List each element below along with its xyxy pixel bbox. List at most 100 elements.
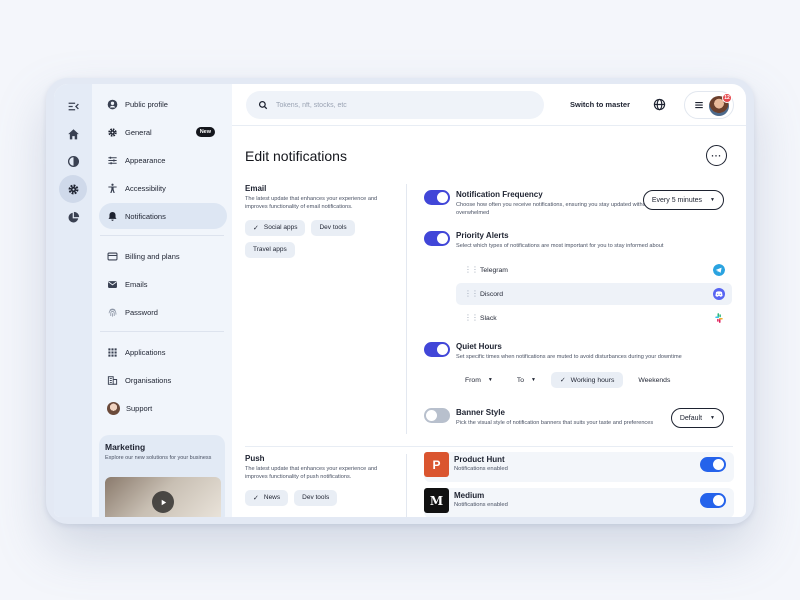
chip-travel-apps[interactable]: Travel apps — [245, 241, 295, 258]
sidebar-item-password[interactable]: Password — [99, 299, 227, 325]
sidebar-item-applications[interactable]: Applications — [99, 339, 227, 365]
to-dropdown[interactable]: To ▼ — [507, 372, 545, 388]
sidebar-item-emails[interactable]: Emails — [99, 271, 227, 297]
sidebar-item-label: Appearance — [125, 155, 166, 165]
chip-weekends[interactable]: Weekends — [629, 372, 680, 388]
sidebar-item-organisations[interactable]: Organisations — [99, 367, 227, 393]
bell-icon — [108, 211, 117, 221]
setting-description: Set specific times when notifications ar… — [456, 354, 682, 360]
product-hunt-logo: P — [424, 452, 449, 477]
settings-sidebar: Public profile General New Appearance Ac… — [92, 84, 232, 517]
marketing-text: Explore our new solutions for your busin… — [105, 455, 212, 461]
drag-handle-icon[interactable]: ⋮⋮ — [464, 314, 479, 322]
sidebar-item-support[interactable]: Support — [99, 395, 227, 421]
priority-app-telegram[interactable]: ⋮⋮ Telegram — [456, 259, 732, 281]
sidebar-item-label: General — [125, 127, 152, 137]
icon-rail — [54, 84, 92, 517]
chip-working-hours[interactable]: ✓ Working hours — [550, 372, 624, 388]
fingerprint-icon — [108, 308, 117, 317]
email-section-title: Email — [245, 184, 267, 193]
chip-label: Dev tools — [302, 494, 330, 502]
medium-logo: M — [424, 488, 449, 513]
banner-style-dropdown[interactable]: Default ▼ — [670, 408, 724, 428]
gear-icon[interactable] — [59, 175, 87, 203]
app-window: Public profile General New Appearance Ac… — [54, 84, 746, 517]
caret-down-icon: ▼ — [487, 377, 493, 383]
chip-dev-tools[interactable]: Dev tools — [311, 219, 355, 236]
sidebar-item-public-profile[interactable]: Public profile — [99, 91, 227, 117]
divider — [100, 235, 224, 236]
app-name: Medium — [454, 491, 485, 500]
chip-social-apps[interactable]: ✓ Social apps — [245, 219, 306, 236]
setting-description: Choose how often you receive notificatio… — [456, 202, 666, 216]
home-icon[interactable] — [59, 120, 87, 148]
push-section-description: The latest update that enhances your exp… — [245, 466, 378, 480]
product-hunt-toggle[interactable] — [700, 457, 726, 472]
switch-to-master-button[interactable]: Switch to master — [570, 100, 630, 109]
check-icon: ✓ — [253, 224, 259, 232]
app-name: Product Hunt — [454, 455, 505, 464]
discord-icon — [713, 288, 725, 300]
sidebar-item-accessibility[interactable]: Accessibility — [99, 175, 227, 201]
telegram-icon — [713, 264, 725, 276]
sidebar-item-label: Notifications — [125, 211, 166, 221]
main-content: Edit notifications ··· Email The latest … — [232, 126, 746, 517]
contrast-icon[interactable] — [59, 147, 87, 175]
pie-chart-icon[interactable] — [59, 203, 87, 231]
support-avatar — [107, 401, 120, 415]
collapse-icon[interactable] — [59, 92, 87, 120]
priority-app-discord[interactable]: ⋮⋮ Discord — [456, 283, 732, 305]
sidebar-item-label: Emails — [125, 279, 148, 289]
more-options-button[interactable]: ··· — [706, 145, 727, 166]
divider — [245, 446, 733, 447]
sidebar-item-label: Public profile — [125, 99, 168, 109]
search-input[interactable] — [276, 101, 516, 109]
banner-style-toggle[interactable] — [424, 408, 450, 423]
sidebar-item-notifications[interactable]: Notifications — [99, 203, 227, 229]
chip-news[interactable]: ✓ News — [245, 489, 289, 506]
menu-icon — [695, 101, 703, 109]
drag-handle-icon[interactable]: ⋮⋮ — [464, 290, 479, 298]
sidebar-item-label: Support — [126, 403, 153, 413]
banner-style-setting: Banner Style Pick the visual style of no… — [424, 408, 732, 436]
globe-icon[interactable] — [653, 98, 666, 111]
check-icon: ✓ — [559, 377, 566, 384]
priority-app-slack[interactable]: ⋮⋮ Slack — [456, 307, 732, 329]
app-label: Telegram — [480, 266, 508, 274]
app-status: Notifications enabled — [454, 502, 508, 508]
sidebar-item-general[interactable]: General New — [99, 119, 227, 145]
push-app-product-hunt: P Product Hunt Notifications enabled — [424, 452, 734, 482]
chip-label: News — [263, 494, 281, 502]
email-section: Email The latest update that enhances yo… — [245, 184, 400, 258]
play-icon[interactable] — [152, 491, 174, 513]
dropdown-value: Every 5 minutes — [651, 196, 703, 204]
marketing-video-thumbnail[interactable] — [105, 477, 221, 517]
check-icon: ✓ — [253, 494, 259, 502]
push-chips: ✓ News Dev tools — [245, 489, 395, 506]
dropdown-value: Default — [679, 414, 703, 422]
sidebar-item-appearance[interactable]: Appearance — [99, 147, 227, 173]
frequency-dropdown[interactable]: Every 5 minutes ▼ — [642, 190, 724, 210]
medium-toggle[interactable] — [700, 493, 726, 508]
from-dropdown[interactable]: From ▼ — [456, 372, 502, 388]
app-status: Notifications enabled — [454, 466, 508, 472]
sidebar-item-billing[interactable]: Billing and plans — [99, 243, 227, 269]
grid-icon — [108, 347, 117, 357]
chip-label: To — [516, 376, 524, 384]
search-icon — [258, 100, 268, 110]
drag-handle-icon[interactable]: ⋮⋮ — [464, 266, 479, 274]
page-title: Edit notifications — [245, 148, 347, 164]
app-label: Discord — [480, 290, 504, 298]
chip-dev-tools[interactable]: Dev tools — [294, 489, 338, 506]
user-menu-button[interactable]: 12 — [684, 91, 734, 119]
gear-icon — [108, 127, 117, 137]
new-badge: New — [195, 127, 215, 137]
setting-title: Quiet Hours — [456, 342, 502, 351]
quiet-hours-toggle[interactable] — [424, 342, 450, 357]
search-bar[interactable] — [246, 91, 544, 119]
notification-frequency-toggle[interactable] — [424, 190, 450, 205]
sidebar-item-label: Accessibility — [125, 183, 166, 193]
priority-alerts-toggle[interactable] — [424, 231, 450, 246]
setting-title: Banner Style — [456, 408, 505, 417]
marketing-card[interactable]: Marketing Explore our new solutions for … — [99, 435, 225, 517]
